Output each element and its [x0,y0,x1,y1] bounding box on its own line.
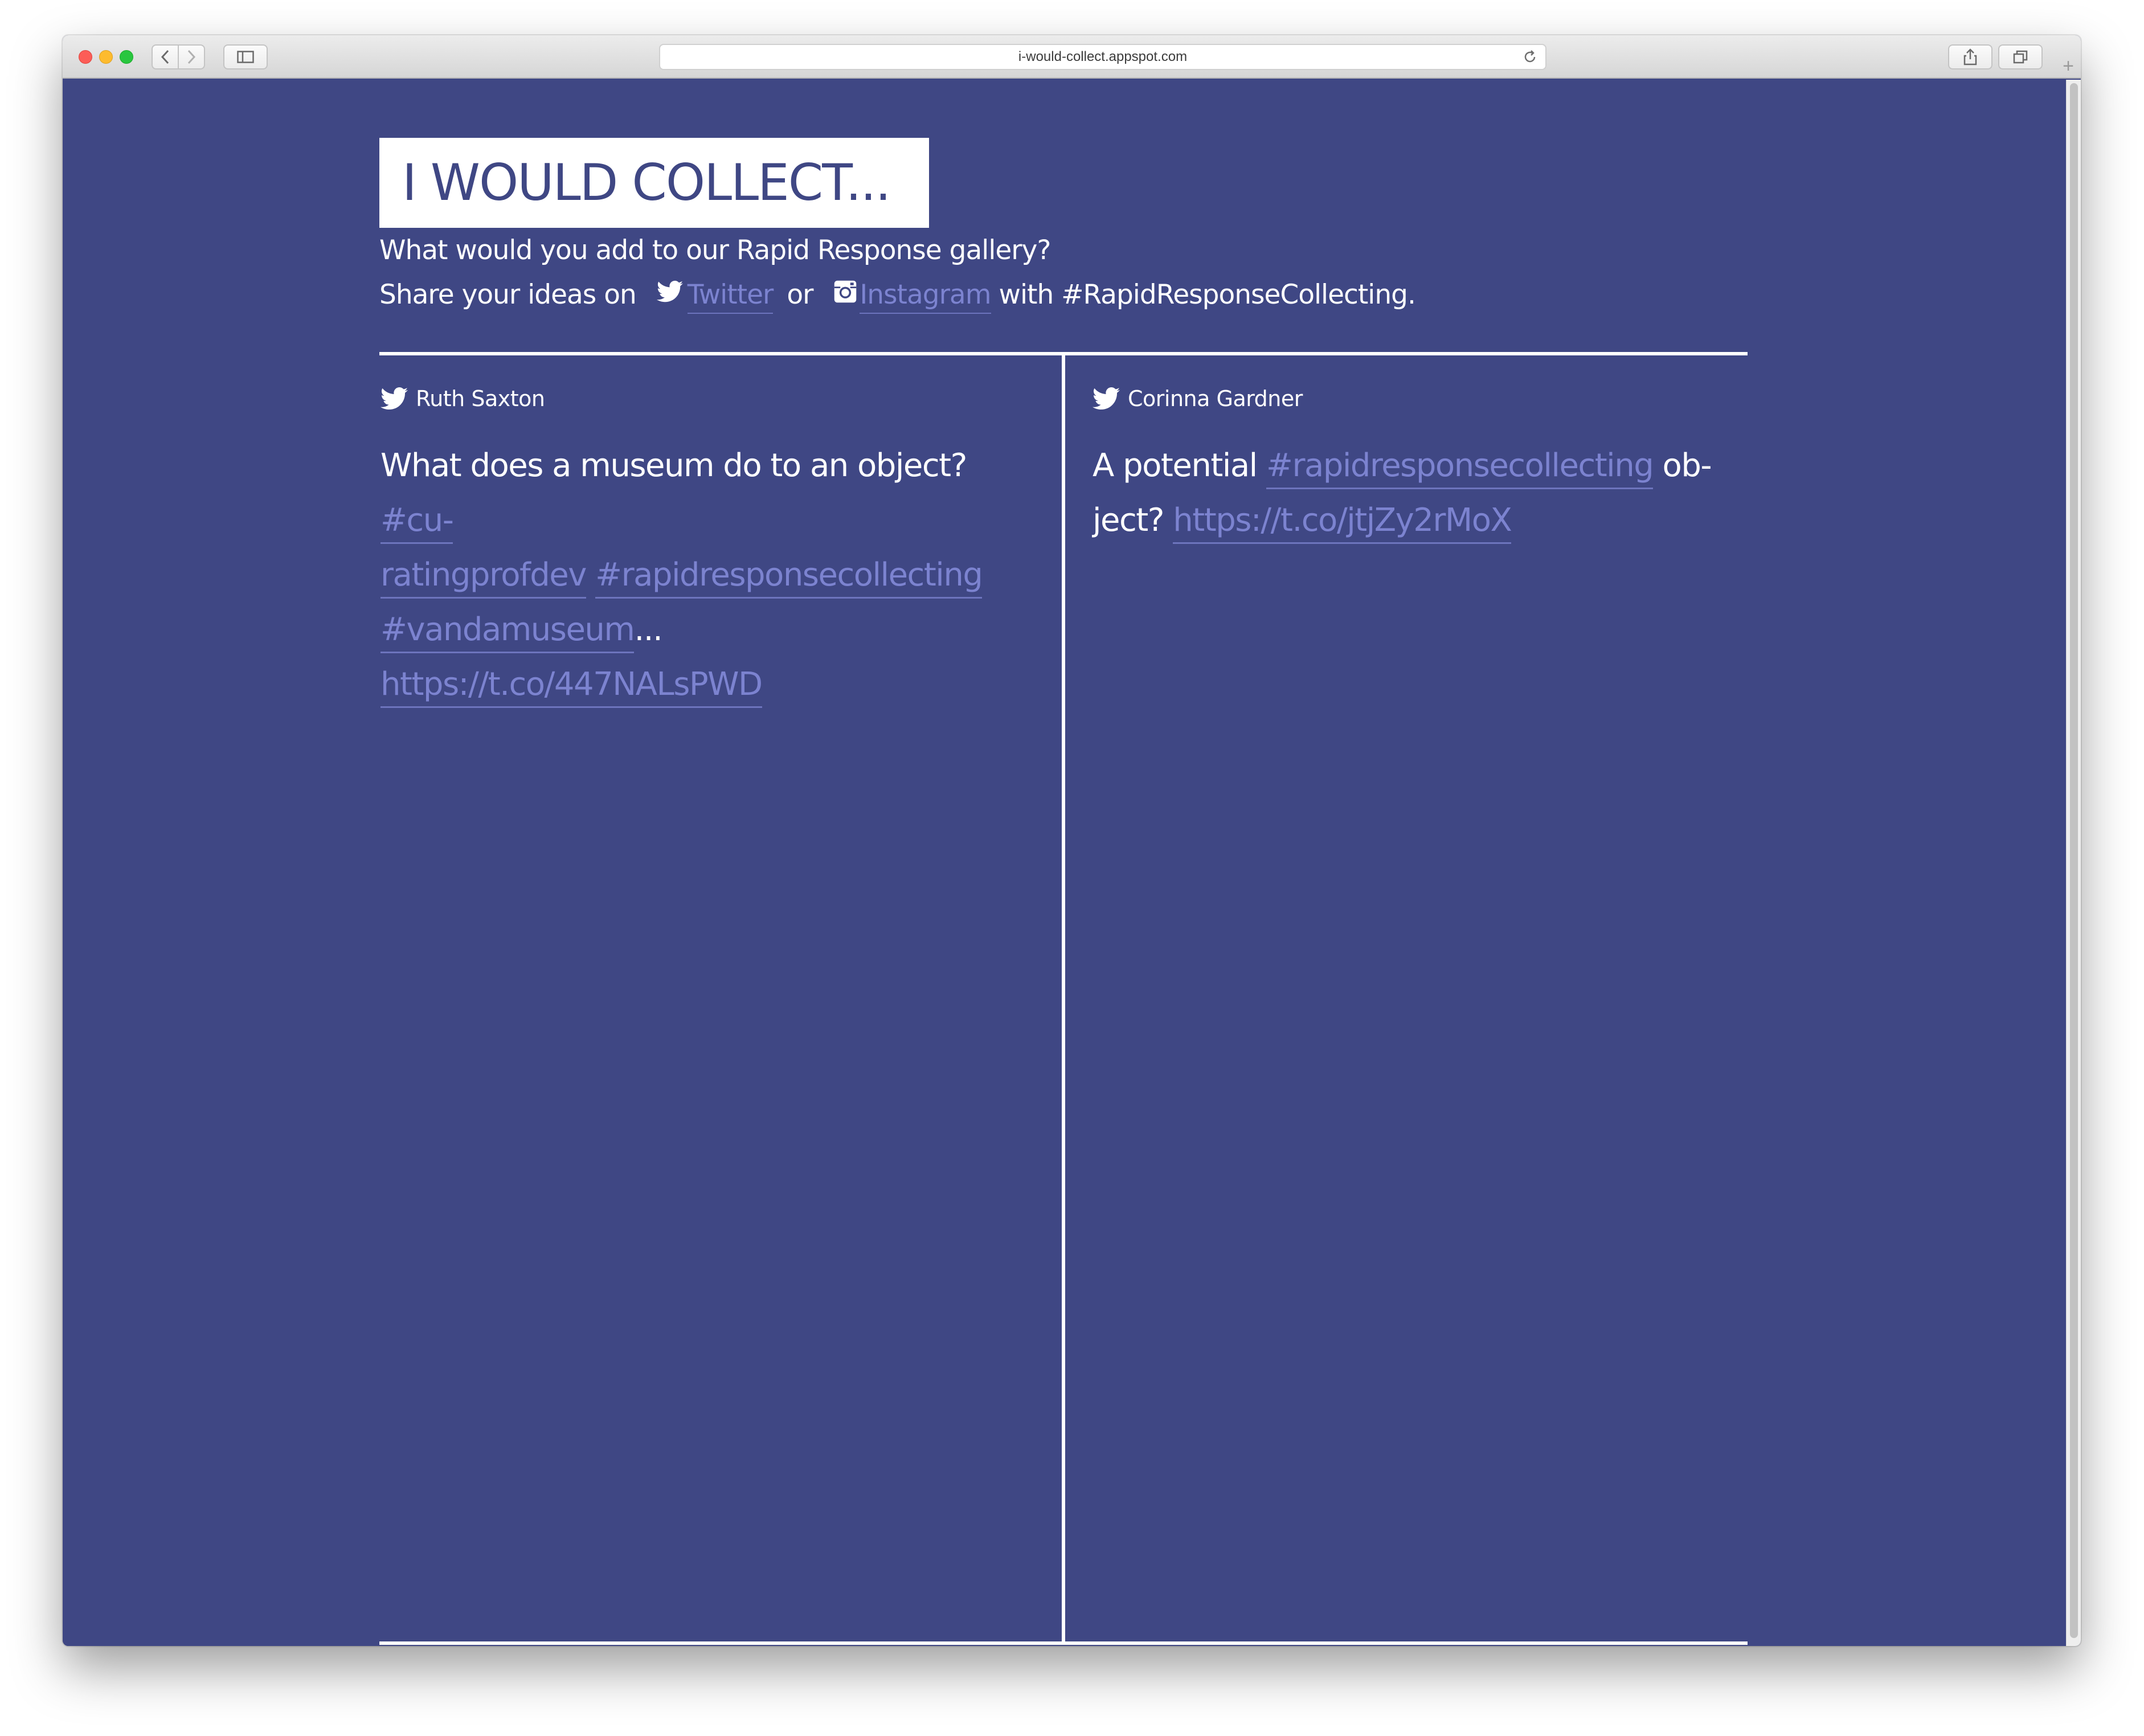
tagline-suffix: with #RapidResponseCollecting. [999,279,1416,310]
twitter-link[interactable]: Twitter [687,279,774,314]
tagline-share: Share your ideas on Twitter or Instagram… [379,279,1416,314]
or-text: or [787,279,813,310]
tweet-ellipsis: ... [634,611,662,648]
site-logo[interactable]: I WOULD COLLECT... [379,138,929,228]
instagram-icon [834,280,857,303]
tweet-text: What does a museum do to an object? #cu-… [380,439,1024,712]
bottom-divider [379,1641,1748,1645]
hashtag-link[interactable]: #rapidresponsecollecting [1266,447,1654,489]
hashtag-link[interactable]: #cu- [380,502,454,544]
hashtag-link[interactable]: #rapidresponsecollecting [595,556,983,599]
share-button[interactable] [1948,44,1992,69]
tweet-card: Corinna Gardner A potential #rapidrespon… [1093,382,1736,548]
tweet-author[interactable]: Ruth Saxton [380,382,1024,416]
share-icon [1963,48,1977,65]
twitter-icon [1093,387,1120,410]
forward-icon [187,50,196,64]
url-text: i-would-collect.appspot.com [1018,49,1188,64]
column-divider [1062,352,1065,1645]
reload-icon[interactable] [1523,50,1537,64]
tweet-author[interactable]: Corinna Gardner [1093,382,1736,416]
tagline-question: What would you add to our Rapid Response… [379,235,1051,266]
tabs-icon [2013,50,2028,64]
tweet-card: Ruth Saxton What does a museum do to an … [380,382,1024,712]
back-button[interactable] [152,44,179,69]
tweet-author-name: Ruth Saxton [416,386,545,411]
sidebar-icon [237,51,254,63]
minimize-window-button[interactable] [99,50,113,64]
scrollbar-thumb[interactable] [2070,83,2078,1638]
hashtag-link[interactable]: ratingprofdev [380,556,587,599]
new-tab-button[interactable]: + [2056,54,2081,79]
tweet-text-plain: ob- [1653,447,1712,484]
show-tabs-button[interactable] [1998,44,2043,69]
browser-window: i-would-collect.appspot.com + I WOULD CO… [63,35,2081,1646]
tweet-author-name: Corinna Gardner [1128,386,1303,411]
close-window-button[interactable] [79,50,92,64]
tweet-text-plain: ject? [1093,502,1173,539]
tweet-url-link[interactable]: https://t.co/jtjZy2rMoX [1173,502,1512,544]
vertical-scrollbar[interactable] [2066,80,2081,1646]
maximize-window-button[interactable] [120,50,133,64]
instagram-link[interactable]: Instagram [860,279,992,314]
tagline-prefix: Share your ideas on [379,279,637,310]
tweet-url-link[interactable]: https://t.co/447NALsPWD [380,666,763,708]
back-icon [161,50,169,64]
logo-text: I WOULD COLLECT... [402,153,891,212]
twitter-icon [380,387,408,410]
address-bar[interactable]: i-would-collect.appspot.com [659,44,1546,70]
browser-titlebar: i-would-collect.appspot.com + [63,35,2081,79]
tweet-text-plain: A potential [1093,447,1267,484]
forward-button[interactable] [178,44,205,69]
sidebar-toggle-button[interactable] [223,44,268,69]
tweet-text: A potential #rapidresponsecollecting ob-… [1093,439,1736,548]
page-content: I WOULD COLLECT... What would you add to… [63,80,2066,1646]
hashtag-link[interactable]: #vandamuseum [380,611,635,653]
tweet-text-plain: What does a museum do to an object? [380,447,967,484]
twitter-icon [656,280,683,302]
